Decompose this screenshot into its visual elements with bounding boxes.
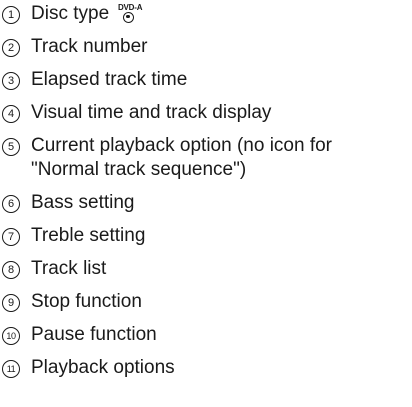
dvd-audio-disc-icon: DVD-A: [115, 3, 145, 25]
number-3-badge: 3: [2, 72, 20, 90]
number-1-badge: 1: [2, 6, 20, 24]
legend-item-bass-setting: 6 Bass setting: [2, 191, 135, 215]
legend-item-label: Bass setting: [31, 192, 135, 213]
legend-item-track-list: 8 Track list: [2, 257, 106, 281]
legend-item-label: Current playback option (no icon for: [31, 135, 332, 156]
legend-item-pause-function: 10 Pause function: [2, 323, 157, 347]
legend-item-label: Elapsed track time: [31, 69, 188, 90]
number-9-badge: 9: [2, 294, 20, 312]
callout-legend: 1 Disc type DVD-A 2 Track number 3 Elaps…: [0, 0, 412, 407]
legend-item-elapsed-track-time: 3 Elapsed track time: [2, 68, 187, 92]
number-2-badge: 2: [2, 39, 20, 57]
number-4-badge: 4: [2, 105, 20, 123]
legend-item-label: Pause function: [31, 324, 157, 345]
legend-item-playback-options: 11 Playback options: [2, 356, 175, 380]
legend-item-label: Playback options: [31, 357, 175, 378]
legend-item-current-playback-option: 5 Current playback option (no icon for: [2, 134, 332, 158]
legend-item-track-number: 2 Track number: [2, 35, 148, 59]
legend-item-label: Track number: [31, 36, 148, 57]
legend-item-disc-type: 1 Disc type DVD-A: [2, 2, 145, 26]
number-11-badge: 11: [2, 360, 20, 378]
number-6-badge: 6: [2, 195, 20, 213]
disc-icon: [123, 12, 135, 23]
legend-item-label: Treble setting: [31, 225, 146, 246]
number-5-badge: 5: [2, 138, 20, 156]
legend-item-label: Disc type: [31, 3, 110, 24]
legend-item-label: Stop function: [31, 291, 142, 312]
legend-item-visual-display: 4 Visual time and track display: [2, 101, 271, 125]
legend-item-treble-setting: 7 Treble setting: [2, 224, 145, 248]
number-7-badge: 7: [2, 228, 20, 246]
dvd-audio-icon-label: DVD-A: [117, 3, 143, 12]
legend-item-label: Track list: [31, 258, 107, 279]
legend-item-label-continuation: "Normal track sequence"): [31, 159, 247, 180]
legend-item-label: Visual time and track display: [31, 102, 272, 123]
legend-item-stop-function: 9 Stop function: [2, 290, 142, 314]
number-10-badge: 10: [2, 327, 20, 345]
number-8-badge: 8: [2, 261, 20, 279]
